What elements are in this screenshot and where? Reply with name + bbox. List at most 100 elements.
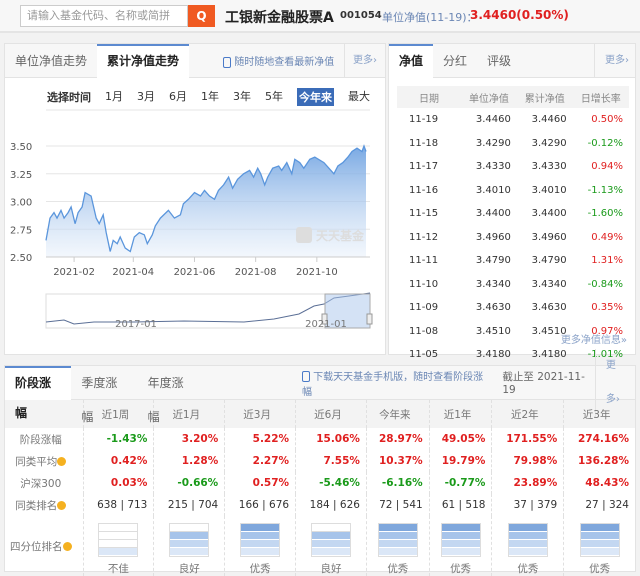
table-cell: 11-08 xyxy=(409,325,439,337)
tab-stage-returns[interactable]: 阶段涨幅 xyxy=(5,365,72,420)
table-row: 11-12 3.4960 3.4960 0.49% xyxy=(397,226,629,250)
table-cell: 3.20% xyxy=(153,428,225,450)
table-cell: 28.97% xyxy=(365,428,430,450)
table-row: 11-17 3.4330 3.4330 0.94% xyxy=(397,155,629,179)
y-tick-label: 2.75 xyxy=(10,225,32,236)
table-cell: 0.03% xyxy=(82,472,154,494)
table-cell: 15.06% xyxy=(295,428,367,450)
table-cell: 3.4290 xyxy=(531,137,567,149)
fund-name: 工银新金融股票A xyxy=(225,10,334,26)
table-cell: 0.42% xyxy=(82,450,154,472)
tab-nav[interactable]: 净值 xyxy=(389,43,434,78)
table-cell: 3.4340 xyxy=(531,278,567,290)
download-promo-text: 下载天天基金手机版，随时查看阶段涨幅 xyxy=(301,371,484,398)
info-icon[interactable] xyxy=(57,457,67,466)
table-cell: -1.43% xyxy=(82,428,154,450)
quartile-bar xyxy=(507,522,548,557)
table-row: 同类平均 0.42% 1.28% 2.27% 7.55% 10.37% 19.79% 79.9… xyxy=(5,450,635,472)
tab-rating[interactable]: 评级 xyxy=(477,44,521,78)
quartile-cell: 优秀 xyxy=(428,516,492,576)
quartile-label: 优秀 xyxy=(387,562,409,575)
table-cell: 1.31% xyxy=(591,255,623,267)
row-label-text: 同类排名 xyxy=(15,499,58,512)
promo-link[interactable]: 随时随地查看最新净值 xyxy=(223,53,334,68)
promo-text: 随时随地查看最新净值 xyxy=(234,57,335,68)
table-cell: 1.28% xyxy=(153,450,225,472)
table-cell: 0.50% xyxy=(591,114,623,126)
table-cell: -0.84% xyxy=(587,278,623,290)
nav-chart[interactable]: 3.50 3.25 3.00 2.75 2.50 2021-02 2021-04 2021-0… xyxy=(4,100,384,350)
row-label: 四分位排名 xyxy=(5,516,83,576)
tab-unit-nav[interactable]: 单位净值走势 xyxy=(5,44,97,78)
tab-quarterly-returns[interactable]: 季度涨幅 xyxy=(71,366,137,424)
table-cell: 72 | 541 xyxy=(365,494,430,516)
table-cell: 11-17 xyxy=(409,161,439,173)
table-cell: 3.4330 xyxy=(475,161,511,173)
table-cell: 3.4290 xyxy=(475,137,511,149)
period-header: 近3月 xyxy=(224,400,296,428)
quartile-label: 优秀 xyxy=(517,562,539,575)
table-cell: 3.4510 xyxy=(475,325,511,337)
tab-annual-returns[interactable]: 年度涨幅 xyxy=(138,366,204,424)
search-button[interactable]: Q xyxy=(188,5,215,27)
quartile-cell: 优秀 xyxy=(563,516,635,576)
table-cell: 3.4400 xyxy=(531,208,567,220)
x-tick-label: 2021-06 xyxy=(174,267,216,278)
fund-code: 001054 xyxy=(340,10,382,21)
table-cell: 11-05 xyxy=(409,349,439,361)
table-cell: 3.4460 xyxy=(475,114,511,126)
tab-dividend[interactable]: 分红 xyxy=(433,44,477,78)
quartile-label: 优秀 xyxy=(589,562,611,575)
quartile-bar xyxy=(169,522,210,557)
row-label-text: 阶段涨幅 xyxy=(19,433,62,446)
quartile-cell: 良好 xyxy=(295,516,367,576)
download-promo-link[interactable]: 下载天天基金手机版，随时查看阶段涨幅 xyxy=(301,368,486,398)
table-row: 11-15 3.4400 3.4400 -1.60% xyxy=(397,202,629,226)
table-cell: 0.35% xyxy=(591,302,623,314)
table-cell: -1.13% xyxy=(587,184,623,196)
table-row: 阶段涨幅 -1.43% 3.20% 5.22% 15.06% 28.97% 49.05% 17… xyxy=(5,428,635,450)
table-cell: 2.27% xyxy=(224,450,296,472)
table-cell: 3.4630 xyxy=(531,302,567,314)
table-cell: -0.77% xyxy=(428,472,492,494)
x-tick-label: 2021-02 xyxy=(53,267,95,278)
nav-panel: 净值 分红 评级 更多› 日期 单位净值 累计净值 日增长率 11-19 3.4460 3.… xyxy=(388,43,636,360)
nav-more-link[interactable]: 更多› xyxy=(594,43,629,78)
x-tick-label: 2021-04 xyxy=(112,267,154,278)
as-of: 截止至 2021-11-19 xyxy=(502,369,594,396)
quartile-cell: 优秀 xyxy=(224,516,296,576)
table-cell: 0.57% xyxy=(224,472,296,494)
quartile-cell: 良好 xyxy=(153,516,225,576)
navigator-label: 2021-01 xyxy=(305,319,347,330)
table-cell: 23.89% xyxy=(491,472,564,494)
table-cell: 27 | 324 xyxy=(563,494,635,516)
info-icon[interactable] xyxy=(57,501,67,510)
nav-label: 单位净值(11-19)： xyxy=(382,11,478,24)
row-label: 沪深300 xyxy=(5,472,83,494)
column-header: 日期 xyxy=(397,86,462,108)
chart-more-link[interactable]: 更多› xyxy=(344,43,377,78)
period-header: 近1周 xyxy=(82,400,154,428)
quartile-bar xyxy=(579,522,620,557)
tab-acc-nav[interactable]: 累计净值走势 xyxy=(97,43,190,78)
table-cell: -5.46% xyxy=(295,472,367,494)
info-icon[interactable] xyxy=(62,542,72,551)
quartile-bar xyxy=(240,522,281,557)
x-tick-label: 2021-10 xyxy=(296,267,338,278)
search-input[interactable]: 请输入基金代码、名称或简拼 xyxy=(20,5,188,27)
table-cell: 11-11 xyxy=(409,255,439,267)
table-cell: 171.55% xyxy=(491,428,564,450)
quartile-label: 良好 xyxy=(320,562,342,575)
navigator-handle-right[interactable] xyxy=(366,313,373,325)
table-row: 11-10 3.4340 3.4340 -0.84% xyxy=(397,273,629,297)
performance-table: 近1周 近1月 近3月 近6月 今年来 近1年 近2年 近3年 阶段涨幅 -1.43% 3.20% 5… xyxy=(5,400,635,576)
as-of-label: 截止至 xyxy=(502,371,534,383)
table-cell: 3.4330 xyxy=(531,161,567,173)
table-row: 四分位排名 不佳 良好 优秀 良好 优秀 优秀 优秀 优秀 xyxy=(5,516,635,576)
table-row: 同类排名 638 | 713 215 | 704 166 | 676 184 | 626… xyxy=(5,494,635,516)
more-nav-link[interactable]: 更多净值信息» xyxy=(561,331,627,346)
table-cell: 184 | 626 xyxy=(295,494,367,516)
table-row: 11-11 3.4790 3.4790 1.31% xyxy=(397,249,629,273)
quartile-bar xyxy=(440,522,481,557)
row-label: 同类排名 xyxy=(5,494,83,516)
